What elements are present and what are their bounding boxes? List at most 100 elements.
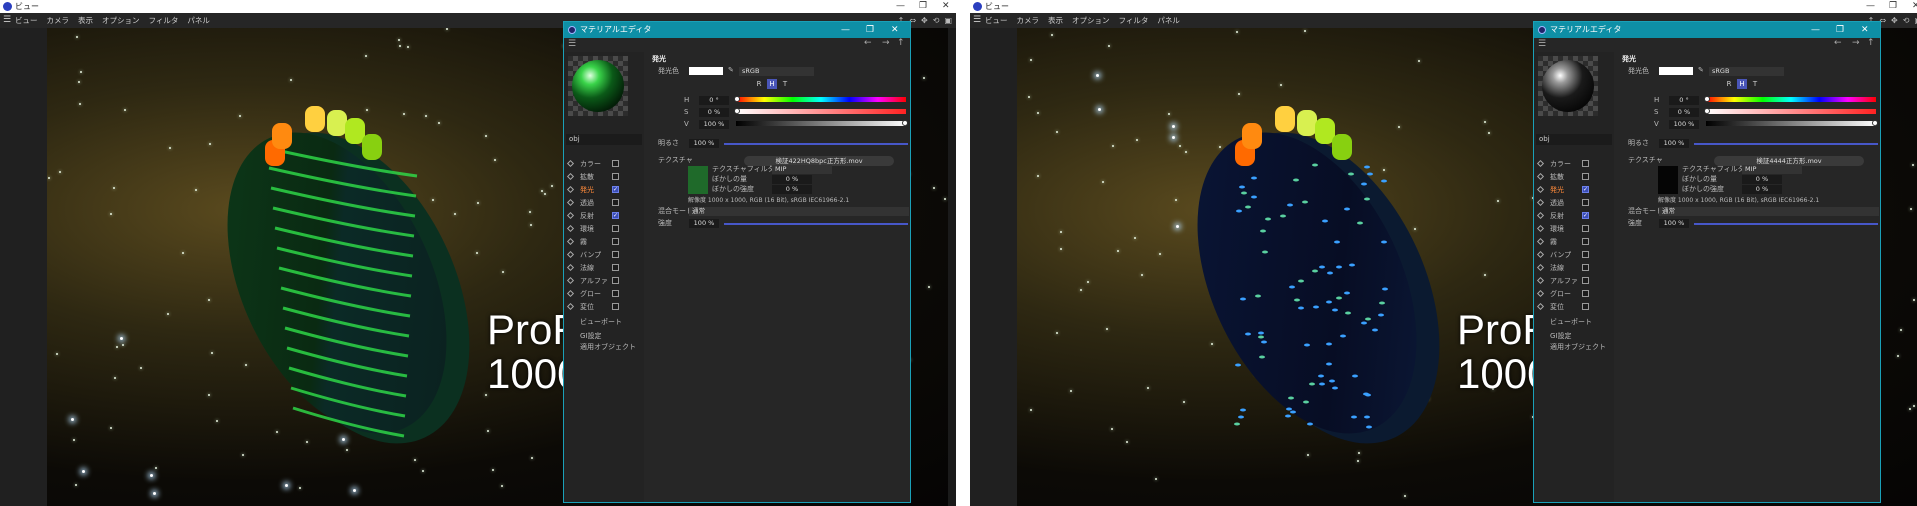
- channel-checkbox[interactable]: ✓: [612, 212, 619, 219]
- color-v-bar[interactable]: [736, 121, 906, 126]
- menu-item[interactable]: 表示: [1048, 13, 1063, 28]
- channel-checkbox[interactable]: [1582, 251, 1589, 258]
- menu-item[interactable]: オプション: [102, 13, 140, 28]
- hamburger-menu-icon[interactable]: ☰: [568, 39, 576, 49]
- color-s-field[interactable]: 0 %: [699, 108, 729, 117]
- object-name-field[interactable]: obj: [1536, 134, 1612, 145]
- hamburger-menu-icon[interactable]: ☰: [3, 13, 11, 28]
- minimize-icon[interactable]: —: [1866, 0, 1875, 13]
- color-s-field[interactable]: 0 %: [1669, 108, 1699, 117]
- channel-checkbox[interactable]: [1582, 238, 1589, 245]
- material-preview[interactable]: [568, 56, 628, 116]
- menu-item[interactable]: ビュー: [15, 13, 38, 28]
- channel-row[interactable]: 法線: [566, 262, 628, 274]
- colorspace-dropdown[interactable]: sRGB: [739, 67, 814, 76]
- eyedropper-icon[interactable]: ✎: [1698, 65, 1704, 75]
- close-icon[interactable]: ✕: [1912, 0, 1917, 13]
- hamburger-menu-icon[interactable]: ☰: [973, 13, 981, 28]
- minimize-icon[interactable]: —: [896, 0, 905, 13]
- maximize-view-icon[interactable]: ▣: [944, 13, 952, 28]
- back-arrow-icon[interactable]: ←: [864, 38, 872, 48]
- sidebar-link[interactable]: ビューポート: [1550, 317, 1592, 327]
- color-h-field[interactable]: 0 °: [1669, 96, 1699, 105]
- channel-row[interactable]: 透過: [566, 197, 628, 209]
- emission-color-swatch[interactable]: [1659, 67, 1693, 75]
- channel-checkbox[interactable]: [1582, 160, 1589, 167]
- restore-icon[interactable]: ❐: [866, 22, 874, 38]
- back-arrow-icon[interactable]: ←: [1834, 38, 1842, 48]
- color-mode-button[interactable]: R: [754, 79, 764, 89]
- channel-row[interactable]: 拡散: [1536, 171, 1598, 183]
- colorspace-dropdown[interactable]: sRGB: [1709, 67, 1784, 76]
- channel-checkbox[interactable]: [1582, 264, 1589, 271]
- channel-checkbox[interactable]: ✓: [1582, 186, 1589, 193]
- channel-row[interactable]: 発光 ✓: [566, 184, 628, 196]
- color-mode-button[interactable]: H: [767, 79, 777, 89]
- channel-row[interactable]: 環境: [1536, 223, 1598, 235]
- channel-checkbox[interactable]: [612, 238, 619, 245]
- close-icon[interactable]: ✕: [942, 0, 950, 13]
- menu-item[interactable]: カメラ: [1017, 13, 1040, 28]
- material-editor[interactable]: マテリアルエディタ — ❐ ✕ ☰ ← → ↑ obj カラー 拡散 発光 ✓ 透過 反射 ✓ 環境霧バンプ 法線…: [563, 21, 911, 503]
- menu-item[interactable]: カメラ: [47, 13, 70, 28]
- channel-row[interactable]: アルファ: [1536, 275, 1598, 287]
- channel-checkbox[interactable]: [1582, 290, 1589, 297]
- menu-item[interactable]: パネル: [1157, 13, 1180, 28]
- strength-field[interactable]: 100 %: [689, 219, 719, 228]
- forward-arrow-icon[interactable]: →: [882, 38, 890, 48]
- up-arrow-icon[interactable]: ↑: [1867, 38, 1875, 48]
- color-mode-button[interactable]: T: [780, 79, 790, 89]
- strength-slider[interactable]: [724, 223, 908, 225]
- channel-row[interactable]: カラー: [566, 158, 628, 170]
- blur-scale-field[interactable]: 0 %: [1742, 185, 1782, 194]
- close-icon[interactable]: ✕: [891, 22, 899, 38]
- channel-row[interactable]: バンプ: [1536, 249, 1598, 261]
- blend-mode-dropdown[interactable]: 通常: [1659, 207, 1879, 216]
- channel-row[interactable]: 反射 ✓: [1536, 210, 1598, 222]
- move-view-icon[interactable]: ✥: [921, 13, 928, 28]
- channel-row[interactable]: 変位: [1536, 301, 1598, 313]
- hue-knob[interactable]: [734, 96, 740, 102]
- blur-offset-field[interactable]: 0 %: [1742, 175, 1782, 184]
- color-v-bar[interactable]: [1706, 121, 1876, 126]
- channel-checkbox[interactable]: [612, 160, 619, 167]
- channel-checkbox[interactable]: [1582, 225, 1589, 232]
- color-mode-button[interactable]: H: [1737, 79, 1747, 89]
- val-knob[interactable]: [902, 120, 908, 126]
- sat-knob[interactable]: [734, 108, 740, 114]
- restore-icon[interactable]: ❐: [1889, 0, 1897, 13]
- minimize-icon[interactable]: —: [1811, 22, 1820, 38]
- disc-object[interactable]: [1147, 78, 1487, 458]
- channel-row[interactable]: 拡散: [566, 171, 628, 183]
- close-icon[interactable]: ✕: [1861, 22, 1869, 38]
- forward-arrow-icon[interactable]: →: [1852, 38, 1860, 48]
- channel-checkbox[interactable]: [612, 225, 619, 232]
- channel-row[interactable]: カラー: [1536, 158, 1598, 170]
- channel-row[interactable]: 環境: [566, 223, 628, 235]
- channel-checkbox[interactable]: [1582, 199, 1589, 206]
- brightness-slider[interactable]: [1694, 143, 1878, 145]
- material-editor[interactable]: マテリアルエディタ — ❐ ✕ ☰ ← → ↑ obj カラー 拡散 発光 ✓ 透過 反射 ✓ 環境霧バンプ 法線…: [1533, 21, 1881, 503]
- strength-slider[interactable]: [1694, 223, 1878, 225]
- disc-object[interactable]: [177, 78, 517, 458]
- channel-checkbox[interactable]: [612, 303, 619, 310]
- brightness-slider[interactable]: [724, 143, 908, 145]
- blend-mode-dropdown[interactable]: 通常: [689, 207, 909, 216]
- hue-knob[interactable]: [1704, 96, 1710, 102]
- channel-checkbox[interactable]: ✓: [1582, 212, 1589, 219]
- move-view-icon[interactable]: ✥: [1891, 13, 1898, 28]
- minimize-icon[interactable]: —: [841, 22, 850, 38]
- channel-checkbox[interactable]: [612, 173, 619, 180]
- menu-item[interactable]: フィルタ: [1119, 13, 1149, 28]
- channel-checkbox[interactable]: [612, 199, 619, 206]
- rotate-view-icon[interactable]: ⟲: [1903, 13, 1910, 28]
- channel-row[interactable]: グロー: [566, 288, 628, 300]
- sidebar-link[interactable]: 適用オブジェクト: [1550, 342, 1606, 352]
- color-h-field[interactable]: 0 °: [699, 96, 729, 105]
- color-s-bar[interactable]: [736, 109, 906, 114]
- color-s-bar[interactable]: [1706, 109, 1876, 114]
- channel-row[interactable]: 霧: [1536, 236, 1598, 248]
- sidebar-link[interactable]: GI設定: [580, 331, 602, 341]
- strength-field[interactable]: 100 %: [1659, 219, 1689, 228]
- channel-row[interactable]: 反射 ✓: [566, 210, 628, 222]
